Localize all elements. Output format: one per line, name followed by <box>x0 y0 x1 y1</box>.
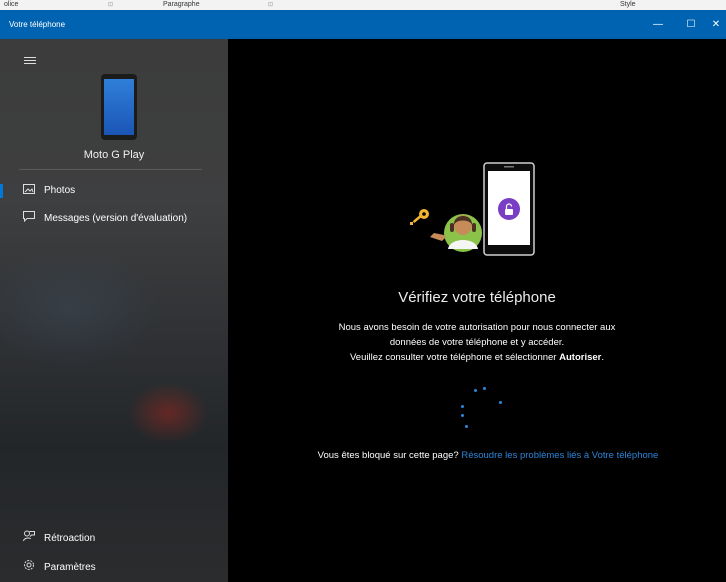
authorize-keyword: Autoriser <box>559 352 602 363</box>
message-icon <box>21 205 37 233</box>
instructions-text: Nous avons besoin de votre autorisation … <box>298 320 656 365</box>
sidebar-item-label: Paramètres <box>44 562 96 573</box>
ribbon-police-label: olice <box>4 1 19 8</box>
selection-indicator <box>0 184 3 198</box>
sidebar-item-label: Messages (version d'évaluation) <box>44 213 188 224</box>
sidebar-item-photos[interactable]: Photos <box>0 177 228 205</box>
gear-icon <box>21 554 37 582</box>
ribbon-launcher-icon[interactable]: ⊡ <box>268 0 273 10</box>
sidebar-item-label: Rétroaction <box>44 533 96 544</box>
ribbon-launcher-icon[interactable]: ⊡ <box>108 0 113 10</box>
instructions-line: Veuillez consulter votre téléphone et sé… <box>298 350 656 365</box>
instructions-text-part: Veuillez consulter votre téléphone et sé… <box>349 352 557 363</box>
feedback-icon <box>21 525 37 553</box>
sidebar-item-feedback[interactable]: Rétroaction <box>0 525 228 553</box>
maximize-button[interactable]: ☐ <box>676 10 706 39</box>
instructions-line: Nous avons besoin de votre autorisation … <box>338 322 616 333</box>
phone-device-icon <box>101 74 137 140</box>
page-title: Vérifiez votre téléphone <box>398 289 556 306</box>
photo-icon <box>21 177 37 205</box>
sidebar-divider <box>19 169 202 170</box>
device-name: Moto G Play <box>83 149 145 161</box>
troubleshoot-link[interactable]: Résoudre les problèmes liés à Votre télé… <box>461 450 658 461</box>
instructions-period: . <box>601 352 604 363</box>
sidebar-item-label: Photos <box>44 185 76 196</box>
instructions-line: données de votre téléphone et y accéder. <box>389 337 565 348</box>
ribbon-paragraphe-label: Paragraphe <box>163 1 200 8</box>
sidebar-item-settings[interactable]: Paramètres <box>0 554 228 582</box>
close-button[interactable]: ✕ <box>706 10 726 39</box>
ribbon-style-label: Style <box>620 1 636 8</box>
minimize-button[interactable]: — <box>643 10 673 39</box>
verify-phone-illustration <box>410 162 535 256</box>
window-title: Votre téléphone <box>9 20 66 29</box>
sidebar: Moto G Play Photos Messages (version d'é… <box>0 39 228 582</box>
sidebar-item-messages[interactable]: Messages (version d'évaluation) <box>0 205 228 233</box>
hamburger-menu-icon[interactable] <box>24 57 36 65</box>
help-text: Vous êtes bloqué sur cette page? Résoudr… <box>308 449 668 463</box>
main-content: Vérifiez votre téléphone Nous avons beso… <box>228 39 726 582</box>
background-ribbon: olice ⊡ Paragraphe ⊡ Style <box>0 0 726 10</box>
title-bar: Votre téléphone — ☐ ✕ <box>0 10 726 39</box>
help-prefix: Vous êtes bloqué sur cette page? <box>317 450 459 461</box>
